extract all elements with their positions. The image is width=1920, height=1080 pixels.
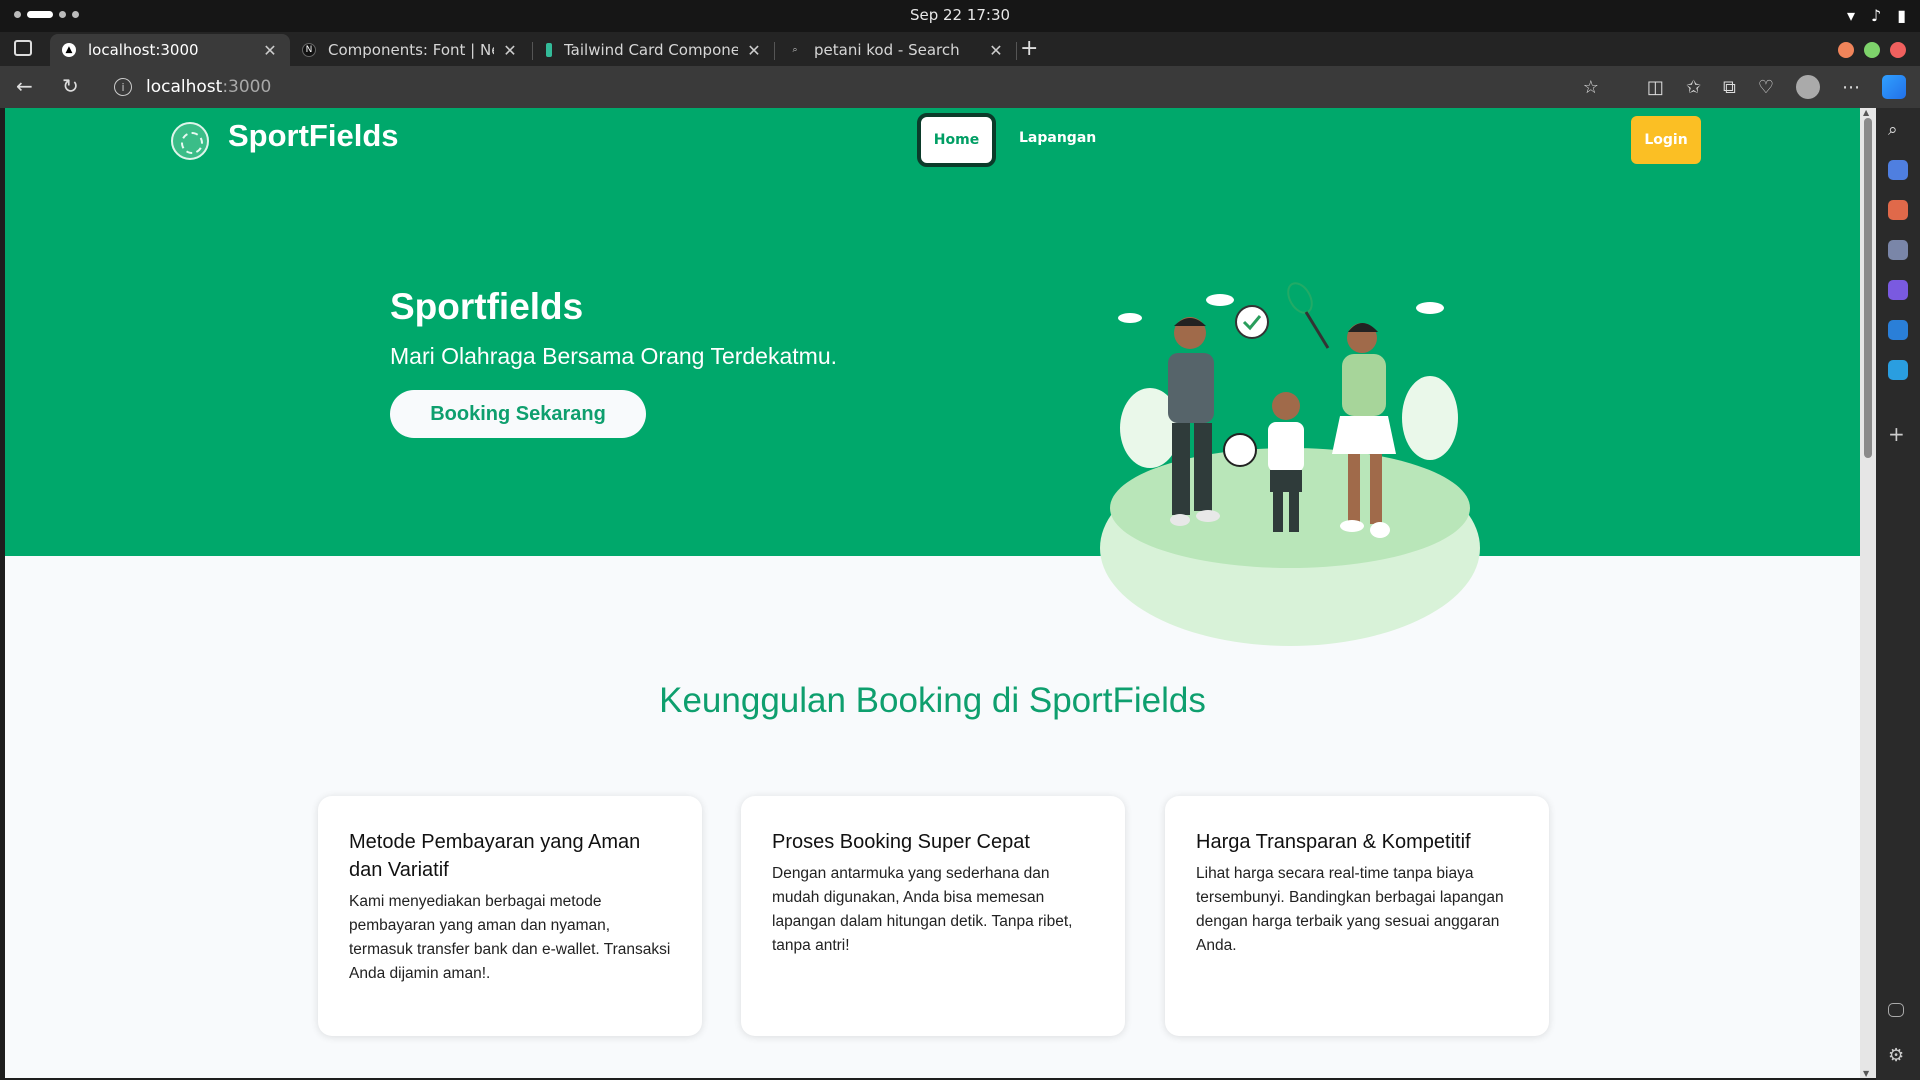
- tab-actions-icon[interactable]: [14, 40, 32, 56]
- scroll-down-icon[interactable]: ▼: [1863, 1069, 1869, 1078]
- scrollbar-thumb[interactable]: [1864, 118, 1872, 458]
- tab-tailwind-card[interactable]: Tailwind Card Components ✕: [534, 34, 774, 66]
- feature-card-body: Kami menyediakan berbagai metode pembaya…: [349, 893, 671, 982]
- feature-card-body: Lihat harga secara real-time tanpa biaya…: [1196, 865, 1504, 954]
- features-heading: Keunggulan Booking di SportFields: [659, 681, 1206, 720]
- more-options-icon[interactable]: ⋯: [1842, 77, 1860, 98]
- page-viewport: SportFields Home Lapangan Login Sportfie…: [5, 108, 1860, 1078]
- games-icon[interactable]: [1888, 240, 1908, 260]
- close-icon[interactable]: ✕: [262, 41, 278, 60]
- site-info-icon[interactable]: i: [114, 78, 132, 96]
- tab-title: Tailwind Card Components: [564, 41, 738, 59]
- favorites-icon[interactable]: ✩: [1686, 77, 1701, 98]
- search-icon[interactable]: ⌕: [1888, 120, 1908, 140]
- window-controls: [1838, 42, 1906, 58]
- address-toolbar: ← ↻ i localhost:3000 ☆ ◫ ✩ ⧉ ♡ ⋯: [0, 66, 1920, 108]
- outlook-icon[interactable]: [1888, 320, 1908, 340]
- tab-title: Components: Font | Next.js: [328, 41, 494, 59]
- tools-icon[interactable]: [1888, 200, 1908, 220]
- page-scrollbar[interactable]: ▲ ▼: [1860, 108, 1876, 1078]
- browser-toolbar-icons: ☆ ◫ ✩ ⧉ ♡ ⋯: [1583, 75, 1906, 99]
- system-tray[interactable]: ▾ ♪ ▮: [1847, 6, 1906, 25]
- tab-title: petani kod - Search: [814, 41, 960, 59]
- feature-card-title: Proses Booking Super Cepat: [772, 831, 1030, 853]
- feature-card-title: Harga Transparan & Kompetitif: [1196, 831, 1471, 853]
- feature-card-title: Metode Pembayaran yang Aman dan Variatif: [349, 831, 641, 881]
- collections-icon[interactable]: ⧉: [1723, 77, 1736, 98]
- feature-card-fast-booking: Proses Booking Super Cepat Dengan antarm…: [741, 796, 1125, 1036]
- split-screen-icon[interactable]: ◫: [1647, 77, 1664, 98]
- browser-sidebar: ⌕ + ⚙: [1876, 108, 1920, 1080]
- copilot-sidebar-icon[interactable]: [1888, 280, 1908, 300]
- profile-avatar[interactable]: [1796, 75, 1820, 99]
- star-icon[interactable]: ☆: [1583, 77, 1599, 98]
- hero-subtitle: Mari Olahraga Bersama Orang Terdekatmu.: [390, 343, 837, 369]
- url-bar[interactable]: i localhost:3000: [114, 72, 271, 102]
- tab-petani-kod-search[interactable]: ⌕ petani kod - Search ✕: [776, 34, 1016, 66]
- nav-lapangan-link[interactable]: Lapangan: [1019, 130, 1096, 146]
- tab-nextjs-font[interactable]: N Components: Font | Next.js ✕: [290, 34, 530, 66]
- maximize-button[interactable]: [1864, 42, 1880, 58]
- feature-card-payment: Metode Pembayaran yang Aman dan Variatif…: [318, 796, 702, 1036]
- search-favicon-icon: ⌕: [792, 45, 798, 55]
- sports-family-illustration: [1100, 282, 1480, 646]
- close-icon[interactable]: ✕: [746, 41, 762, 60]
- feature-card-body: Dengan antarmuka yang sederhana dan muda…: [772, 865, 1073, 954]
- brand-logo-icon[interactable]: [171, 122, 209, 160]
- url-host: localhost: [146, 77, 223, 97]
- minimize-button[interactable]: [1838, 42, 1854, 58]
- nextjs-favicon-icon: N: [302, 43, 316, 57]
- vercel-favicon-icon: ▲: [62, 43, 76, 57]
- send-icon[interactable]: [1888, 360, 1908, 380]
- hero-section: SportFields Home Lapangan Login Sportfie…: [5, 108, 1860, 556]
- reload-icon[interactable]: ↻: [62, 74, 79, 98]
- nav-home-link[interactable]: Home: [917, 113, 996, 167]
- system-clock[interactable]: Sep 22 17:30: [0, 6, 1920, 24]
- shopping-icon[interactable]: [1888, 160, 1908, 180]
- tab-title: localhost:3000: [88, 41, 199, 59]
- back-arrow-icon[interactable]: ←: [16, 74, 33, 98]
- booking-now-button[interactable]: Booking Sekarang: [390, 390, 646, 438]
- settings-icon[interactable]: ⚙: [1888, 1045, 1908, 1066]
- battery-icon: ▮: [1897, 6, 1906, 25]
- volume-icon: ♪: [1870, 6, 1882, 25]
- tab-localhost[interactable]: ▲ localhost:3000 ✕: [50, 34, 290, 66]
- close-icon[interactable]: ✕: [502, 41, 518, 60]
- new-tab-button[interactable]: +: [1020, 36, 1038, 61]
- screenshot-icon[interactable]: [1888, 1003, 1904, 1017]
- url-port: :3000: [222, 77, 272, 97]
- feature-card-pricing: Harga Transparan & Kompetitif Lihat harg…: [1165, 796, 1549, 1036]
- browser-tab-bar: ▲ localhost:3000 ✕ N Components: Font | …: [0, 32, 1920, 66]
- brand-name[interactable]: SportFields: [228, 118, 399, 154]
- add-icon[interactable]: +: [1888, 422, 1908, 446]
- system-top-bar: Sep 22 17:30 ▾ ♪ ▮: [0, 0, 1920, 32]
- hero-title: Sportfields: [390, 286, 584, 327]
- login-button[interactable]: Login: [1631, 116, 1701, 164]
- tailwind-favicon-icon: [546, 43, 552, 57]
- performance-icon[interactable]: ♡: [1758, 77, 1774, 98]
- close-window-button[interactable]: [1890, 42, 1906, 58]
- copilot-icon[interactable]: [1882, 75, 1906, 99]
- scroll-up-icon[interactable]: ▲: [1863, 108, 1869, 117]
- close-icon[interactable]: ✕: [988, 41, 1004, 60]
- wifi-icon: ▾: [1846, 6, 1855, 25]
